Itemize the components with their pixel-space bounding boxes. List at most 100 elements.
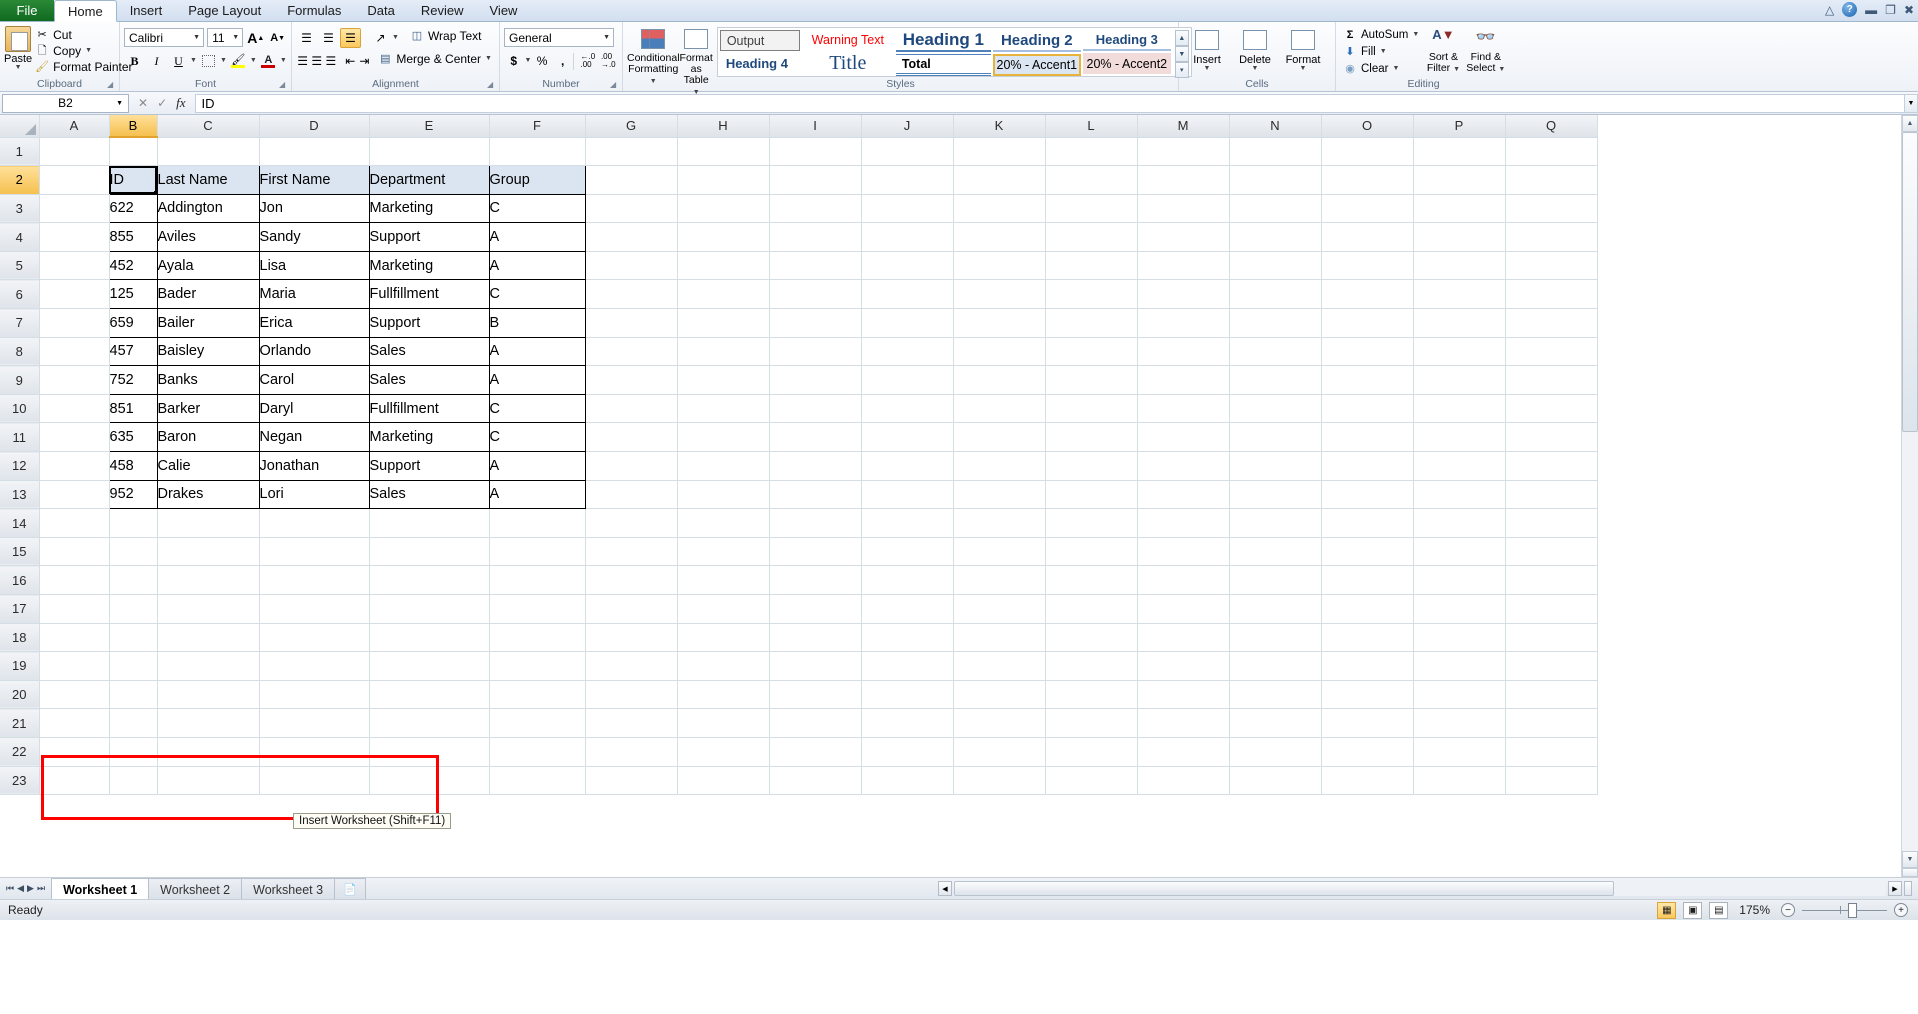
sheet-tab-2[interactable]: Worksheet 2: [148, 878, 243, 899]
sheet-tab-3[interactable]: Worksheet 3: [241, 878, 336, 899]
cell-Q18[interactable]: [1505, 623, 1598, 653]
tab-review[interactable]: Review: [408, 0, 477, 21]
page-layout-view-icon[interactable]: ▣: [1683, 901, 1703, 919]
cell-J23[interactable]: [861, 766, 954, 796]
row-header-6[interactable]: 6: [0, 279, 40, 310]
clear-button[interactable]: ◉ Clear ▼: [1340, 60, 1422, 77]
cell-O21[interactable]: [1321, 708, 1414, 738]
last-sheet-icon[interactable]: ⏭: [37, 883, 45, 894]
cell-D15[interactable]: [259, 537, 370, 567]
cell-N19[interactable]: [1229, 651, 1322, 681]
cell-Q17[interactable]: [1505, 594, 1598, 624]
merge-dropdown-arrow[interactable]: ▼: [485, 55, 492, 62]
cell-B22[interactable]: [109, 737, 158, 767]
cell-Q20[interactable]: [1505, 680, 1598, 710]
worksheet-grid[interactable]: A B C D E F G H I J K L M N O P Q 1 2 ID Last Name First Name…: [0, 115, 1901, 877]
cell-L20[interactable]: [1045, 680, 1138, 710]
cell-B3[interactable]: 622: [108, 193, 158, 224]
cell-P18[interactable]: [1413, 623, 1506, 653]
cell-P16[interactable]: [1413, 565, 1506, 595]
font-family-select[interactable]: Calibri ▼: [124, 28, 205, 47]
cell-O9[interactable]: [1321, 365, 1414, 395]
cell-B15[interactable]: [109, 537, 158, 567]
cell-L15[interactable]: [1045, 537, 1138, 567]
cell-K19[interactable]: [953, 651, 1046, 681]
cell-M11[interactable]: [1137, 422, 1230, 453]
cell-G7[interactable]: [585, 308, 678, 338]
cell-J10[interactable]: [861, 394, 954, 424]
column-header-E[interactable]: E: [369, 115, 490, 138]
cell-P15[interactable]: [1413, 537, 1506, 567]
align-left-button[interactable]: ☰: [296, 51, 309, 71]
cell-M10[interactable]: [1137, 394, 1230, 424]
hsplit-handle[interactable]: [1904, 881, 1912, 896]
cell-K18[interactable]: [953, 623, 1046, 653]
align-middle-button[interactable]: ☰: [318, 28, 339, 48]
cell-Q23[interactable]: [1505, 766, 1598, 796]
column-header-Q[interactable]: Q: [1505, 115, 1598, 138]
number-format-select[interactable]: General ▼: [504, 28, 614, 47]
cell-D21[interactable]: [259, 708, 370, 738]
cell-O6[interactable]: [1321, 279, 1414, 310]
cell-O7[interactable]: [1321, 308, 1414, 338]
cell-D4[interactable]: Sandy: [258, 222, 370, 252]
cell-N11[interactable]: [1229, 422, 1322, 453]
row-header-7[interactable]: 7: [0, 308, 40, 338]
cell-L5[interactable]: [1045, 251, 1138, 281]
cell-B12[interactable]: 458: [108, 451, 158, 481]
cell-C2[interactable]: Last Name: [156, 165, 260, 195]
cell-Q19[interactable]: [1505, 651, 1598, 681]
cell-P13[interactable]: [1413, 480, 1506, 510]
column-header-O[interactable]: O: [1321, 115, 1414, 138]
cell-K22[interactable]: [953, 737, 1046, 767]
cell-B23[interactable]: [109, 766, 158, 796]
cell-F22[interactable]: [489, 737, 586, 767]
cell-D6[interactable]: Maria: [258, 279, 370, 310]
cell-F19[interactable]: [489, 651, 586, 681]
cell-C23[interactable]: [157, 766, 260, 796]
cell-G18[interactable]: [585, 623, 678, 653]
row-header-17[interactable]: 17: [0, 594, 40, 624]
cell-K13[interactable]: [953, 480, 1046, 510]
cell-B21[interactable]: [109, 708, 158, 738]
paste-dropdown-arrow[interactable]: ▼: [15, 64, 22, 71]
cell-G2[interactable]: [585, 165, 678, 195]
increase-font-size-button[interactable]: A ▲: [246, 28, 265, 48]
cell-M21[interactable]: [1137, 708, 1230, 738]
cell-Q11[interactable]: [1505, 422, 1598, 453]
cell-C4[interactable]: Aviles: [156, 222, 260, 252]
fill-dropdown-arrow[interactable]: ▼: [1380, 48, 1387, 55]
cell-N21[interactable]: [1229, 708, 1322, 738]
cell-C8[interactable]: Baisley: [156, 336, 260, 367]
cell-P17[interactable]: [1413, 594, 1506, 624]
cell-G10[interactable]: [585, 394, 678, 424]
cell-J21[interactable]: [861, 708, 954, 738]
cell-F4[interactable]: A: [488, 222, 586, 252]
help-icon[interactable]: ?: [1842, 2, 1858, 17]
cell-E1[interactable]: [369, 137, 490, 167]
cell-B18[interactable]: [109, 623, 158, 653]
column-header-K[interactable]: K: [953, 115, 1046, 138]
borders-button[interactable]: [198, 51, 219, 71]
vertical-scrollbar[interactable]: ▲ ▼: [1901, 115, 1918, 877]
cell-B6[interactable]: 125: [108, 279, 158, 310]
cell-H2[interactable]: [677, 165, 770, 195]
cell-L4[interactable]: [1045, 222, 1138, 252]
minimize-icon[interactable]: ▬: [1865, 4, 1877, 16]
tab-page-layout[interactable]: Page Layout: [175, 0, 274, 21]
merge-and-center-button[interactable]: ▤ Merge & Center ▼: [375, 51, 495, 67]
cell-L19[interactable]: [1045, 651, 1138, 681]
cell-B14[interactable]: [109, 508, 158, 538]
cell-C21[interactable]: [157, 708, 260, 738]
cell-H19[interactable]: [677, 651, 770, 681]
cell-F12[interactable]: A: [488, 451, 586, 481]
cell-G9[interactable]: [585, 365, 678, 395]
cell-K14[interactable]: [953, 508, 1046, 538]
column-header-H[interactable]: H: [677, 115, 770, 138]
column-header-L[interactable]: L: [1045, 115, 1138, 138]
cell-C19[interactable]: [157, 651, 260, 681]
cell-P8[interactable]: [1413, 337, 1506, 367]
cell-M22[interactable]: [1137, 737, 1230, 767]
cell-K23[interactable]: [953, 766, 1046, 796]
prev-sheet-icon[interactable]: ◀: [17, 883, 24, 894]
